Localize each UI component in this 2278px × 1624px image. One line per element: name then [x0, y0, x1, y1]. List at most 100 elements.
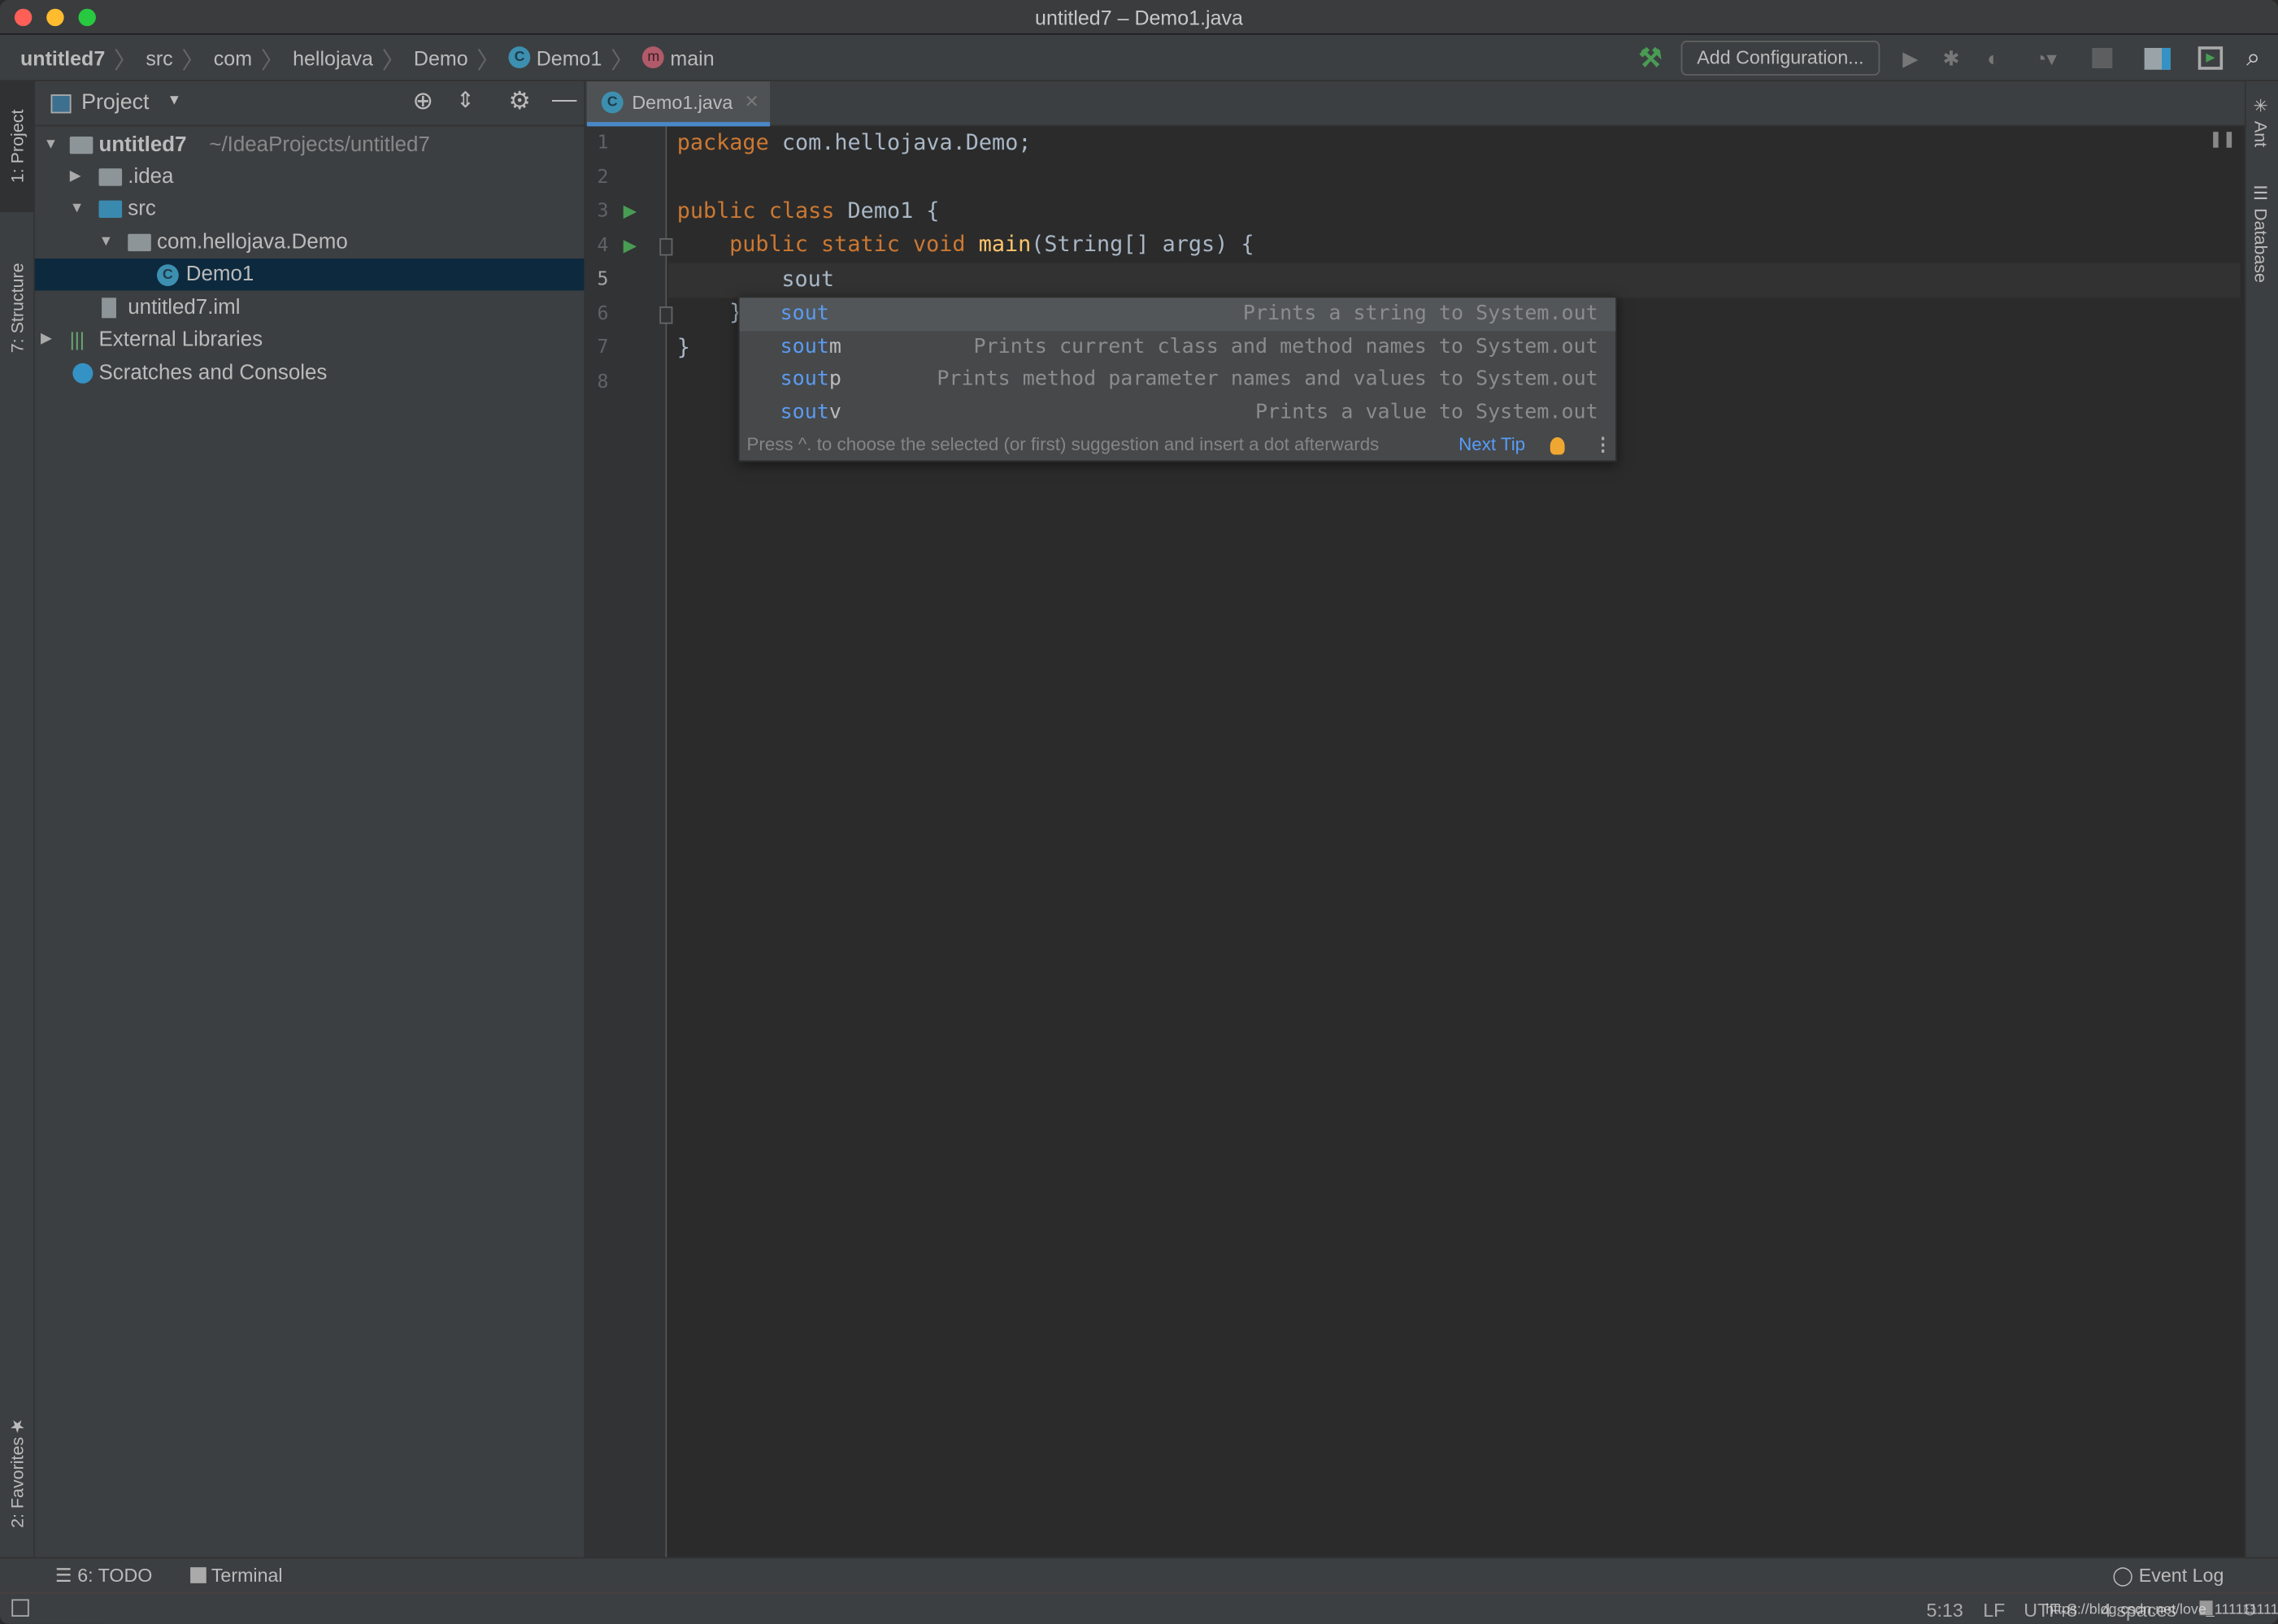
tab-structure-label: 7: Structure	[7, 262, 28, 353]
hide-panel-icon[interactable]: —	[552, 85, 576, 115]
terminal-icon	[190, 1567, 206, 1583]
line-separator[interactable]: LF	[1983, 1599, 2005, 1621]
add-configuration-button[interactable]: Add Configuration...	[1680, 41, 1880, 76]
tab-favorites[interactable]: 2: Favorites ★	[0, 1403, 35, 1541]
code-line-5: sout	[781, 266, 834, 293]
code-line-4: public static void main(String[] args) {	[729, 231, 1254, 258]
line-number: 4	[597, 235, 609, 258]
close-window-button[interactable]	[14, 8, 33, 27]
tree-item-idea[interactable]: ▶ .idea	[35, 161, 584, 193]
completion-item[interactable]: soutm Prints current class and method nam…	[740, 331, 1616, 363]
project-view-icon	[50, 94, 72, 114]
module-folder-icon	[69, 136, 93, 154]
tool-window-bar: ☰ 6: TODO Terminal ◯ Event Log	[0, 1557, 2278, 1592]
line-number: 8	[597, 371, 609, 394]
editor-tabs: C Demo1.java ✕	[585, 81, 2245, 127]
todo-label: 6: TODO	[77, 1564, 153, 1587]
tab-demo1-java[interactable]: C Demo1.java ✕	[586, 81, 771, 127]
tree-item-label: com.hellojava.Demo	[156, 231, 348, 254]
libraries-icon: |||	[69, 328, 85, 350]
expand-arrow-icon[interactable]: ▼	[70, 193, 85, 225]
search-icon[interactable]: ⌕	[2239, 42, 2268, 74]
breadcrumb-item[interactable]: main	[670, 46, 714, 69]
navigation-bar: untitled7 〉 src 〉 com 〉 hellojava 〉 Demo 〉 CD…	[0, 34, 2278, 82]
expand-arrow-icon[interactable]: ▼	[99, 227, 114, 258]
completion-popup: sout Prints a string to System.out soutm P…	[737, 296, 1617, 462]
close-tab-icon[interactable]: ✕	[745, 92, 759, 112]
tree-item-path: ~/IdeaProjects/untitled7	[209, 133, 430, 157]
tree-item-label: untitled7	[98, 133, 187, 157]
code-line-7: }	[676, 334, 690, 361]
completion-item[interactable]: soutv Prints a value to System.out	[740, 396, 1616, 428]
collapse-all-icon[interactable]: ⇕	[456, 87, 474, 113]
coverage-icon[interactable]: ◐	[1980, 42, 2006, 74]
caret-position[interactable]: 5:13	[1927, 1599, 1963, 1621]
profile-icon[interactable]: ◔▾	[2024, 42, 2067, 74]
breadcrumb-item[interactable]: Demo1	[537, 46, 602, 69]
tab-favorites-label: 2: Favorites	[7, 1436, 28, 1528]
completion-footer: Press ^. to choose the selected (or firs…	[740, 428, 1616, 462]
gear-icon[interactable]: ⚙	[508, 87, 530, 116]
breadcrumb-item[interactable]: com	[214, 46, 252, 69]
fold-icon[interactable]	[659, 306, 673, 324]
debug-icon[interactable]: ✱	[1938, 42, 1964, 74]
fold-icon[interactable]	[659, 238, 673, 256]
locate-icon[interactable]: ⊕	[413, 87, 433, 116]
tree-item-demo1[interactable]: C Demo1	[34, 258, 585, 291]
breadcrumb-item[interactable]: Demo	[414, 46, 468, 69]
tree-item-src[interactable]: ▼ src	[35, 193, 584, 225]
terminal-button[interactable]: Terminal	[190, 1565, 283, 1586]
tree-item-external-libraries[interactable]: ▶ ||| External Libraries	[35, 324, 584, 356]
breadcrumb-item[interactable]: src	[146, 46, 172, 69]
tab-structure[interactable]: 7: Structure	[0, 238, 35, 376]
tree-item-untitled7[interactable]: ▼ untitled7 ~/IdeaProjects/untitled7	[35, 129, 584, 161]
breadcrumb-item[interactable]: untitled7	[20, 46, 105, 69]
tree-item-label: .idea	[128, 165, 174, 189]
tab-ant[interactable]: ✳ Ant	[2250, 96, 2271, 147]
class-icon: C	[508, 46, 531, 68]
toggle-tool-windows-icon[interactable]	[11, 1599, 29, 1617]
tab-project-label: 1: Project	[7, 110, 28, 184]
todo-button[interactable]: ☰ 6: TODO	[55, 1565, 152, 1588]
run-icon[interactable]: ▶	[1898, 42, 1924, 74]
breadcrumb-item[interactable]: hellojava	[293, 46, 373, 69]
package-icon	[128, 233, 151, 252]
event-log-button[interactable]: ◯ Event Log	[2112, 1565, 2224, 1588]
completion-item[interactable]: soutp Prints method parameter names and v…	[740, 363, 1616, 396]
current-line-highlight	[668, 263, 2241, 298]
project-view-dropdown[interactable]: Project	[81, 90, 149, 115]
line-number: 6	[597, 303, 609, 326]
source-folder-icon	[98, 200, 123, 219]
iml-file-icon	[102, 297, 116, 319]
inspection-pause-icon[interactable]: ❚❚	[2209, 129, 2236, 148]
collapse-arrow-icon[interactable]: ▶	[70, 161, 81, 193]
line-number: 1	[597, 132, 609, 154]
next-tip-link[interactable]: Next Tip	[1459, 428, 1525, 462]
tab-project[interactable]: 1: Project	[0, 81, 35, 212]
tree-item-scratches[interactable]: Scratches and Consoles	[35, 358, 584, 389]
stop-icon[interactable]	[2092, 47, 2113, 68]
project-structure-icon[interactable]	[2144, 47, 2171, 70]
tree-item-iml[interactable]: untitled7.iml	[35, 292, 584, 323]
more-options-icon[interactable]: ⋮	[1593, 428, 1611, 462]
tab-database[interactable]: ☰ Database	[2250, 183, 2271, 283]
completion-item[interactable]: sout Prints a string to System.out	[739, 297, 1616, 331]
code-line-1: package com.hellojava.Demo;	[676, 129, 1032, 156]
minimize-window-button[interactable]	[46, 8, 64, 27]
chevron-down-icon[interactable]: ▼	[167, 93, 182, 109]
run-gutter-icon[interactable]: ▶	[624, 235, 637, 255]
terminal-icon[interactable]: ▶	[2198, 46, 2224, 70]
expand-arrow-icon[interactable]: ▼	[44, 129, 59, 161]
tree-item-label: Demo1	[185, 263, 254, 287]
left-tool-strip: 1: Project 7: Structure 2: Favorites ★	[0, 81, 35, 1557]
run-gutter-icon[interactable]: ▶	[624, 201, 637, 221]
build-hammer-icon[interactable]: ⚒	[1636, 42, 1665, 74]
collapse-arrow-icon[interactable]: ▶	[41, 324, 52, 356]
maximize-window-button[interactable]	[78, 8, 96, 27]
project-panel-header: Project ▼ ⊕ ⇕ ⚙ —	[34, 81, 586, 127]
folder-icon	[98, 168, 123, 186]
project-panel: Project ▼ ⊕ ⇕ ⚙ — ▼ untitled7 ~/IdeaProj…	[34, 81, 586, 1557]
lightbulb-icon	[1550, 436, 1565, 455]
completion-tip: Press ^. to choose the selected (or firs…	[746, 434, 1380, 455]
tree-item-package[interactable]: ▼ com.hellojava.Demo	[35, 227, 584, 258]
